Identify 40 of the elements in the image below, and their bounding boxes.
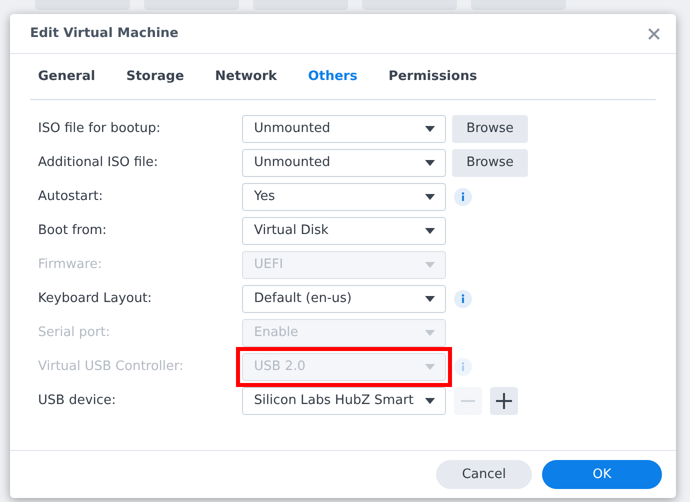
dropdown[interactable]: Silicon Labs HubZ Smart: [242, 387, 446, 415]
tab[interactable]: Storage: [126, 66, 184, 86]
info-icon[interactable]: [454, 188, 472, 206]
caret-icon: [425, 160, 435, 166]
info-icon[interactable]: [454, 290, 472, 308]
field-label: Virtual USB Controller:: [38, 358, 185, 376]
field-label: ISO file for bootup:: [38, 120, 162, 138]
dialog-title: Edit Virtual Machine: [30, 24, 179, 43]
close-icon[interactable]: [648, 28, 660, 40]
cancel-button[interactable]: Cancel: [436, 460, 532, 489]
ok-button[interactable]: OK: [542, 460, 662, 489]
caret-icon: [425, 228, 435, 234]
browse-button[interactable]: Browse: [452, 115, 528, 143]
caret-icon: [425, 330, 435, 336]
field-label: Boot from:: [38, 222, 108, 240]
field-label: USB device:: [38, 392, 117, 410]
tab[interactable]: General: [38, 66, 96, 86]
dropdown[interactable]: Virtual Disk: [242, 217, 446, 245]
dropdown[interactable]: Default (en-us): [242, 285, 446, 313]
field-label: Autostart:: [38, 188, 104, 206]
caret-icon: [425, 398, 435, 404]
field-label: Keyboard Layout:: [38, 290, 153, 308]
caret-icon: [425, 262, 435, 268]
dropdown[interactable]: Unmounted: [242, 115, 446, 143]
caret-icon: [425, 364, 435, 370]
dropdown[interactable]: Unmounted: [242, 149, 446, 177]
caret-icon: [425, 194, 435, 200]
minus-icon: [461, 400, 475, 402]
caret-icon: [425, 126, 435, 132]
caret-icon: [425, 296, 435, 302]
tab[interactable]: Permissions: [388, 66, 478, 86]
browse-button[interactable]: Browse: [452, 149, 528, 177]
field-label: Additional ISO file:: [38, 154, 160, 172]
field-label: Firmware:: [38, 256, 103, 274]
dropdown[interactable]: Yes: [242, 183, 446, 211]
add-button[interactable]: [490, 387, 518, 415]
tab[interactable]: Network: [215, 66, 277, 86]
tab[interactable]: Others: [308, 66, 358, 86]
plus-icon: [496, 393, 512, 409]
field-label: Serial port:: [38, 324, 111, 342]
